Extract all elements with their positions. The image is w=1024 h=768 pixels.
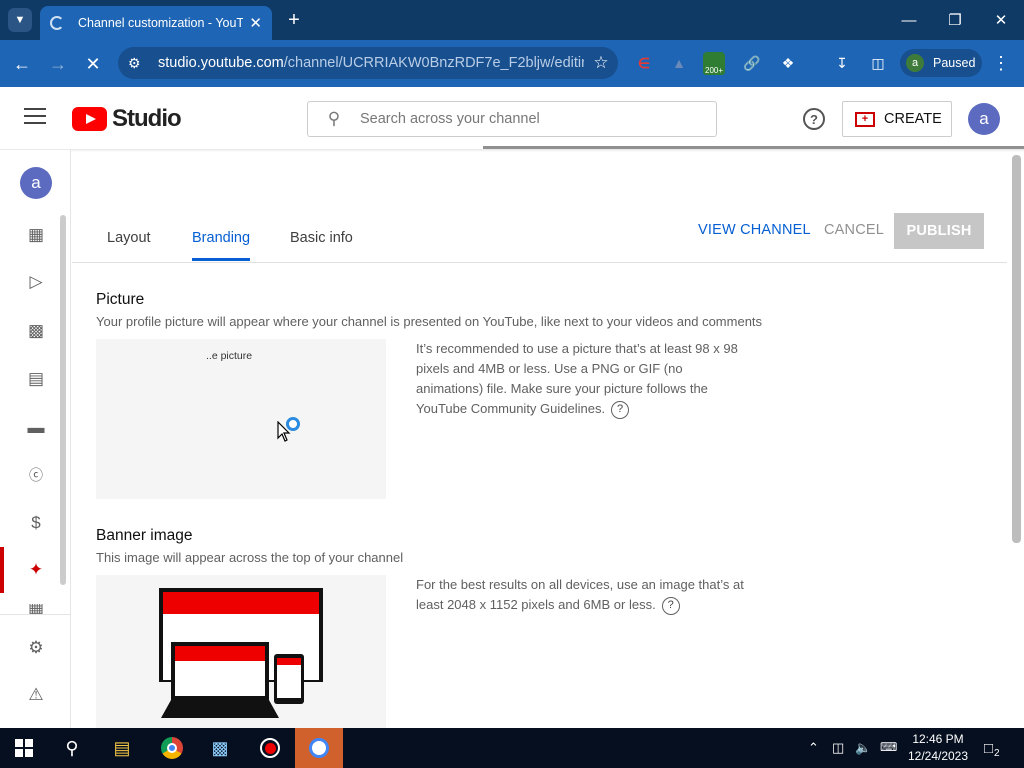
profile-avatar: a bbox=[906, 54, 924, 72]
site-info-icon[interactable]: ⚙ bbox=[128, 55, 150, 72]
extension-red-icon[interactable]: ∈ bbox=[633, 52, 655, 74]
clock-date: 12/24/2023 bbox=[907, 749, 969, 763]
close-window-button[interactable]: ✕ bbox=[987, 8, 1015, 32]
download-icon[interactable]: ↧ bbox=[831, 52, 853, 74]
record-app-icon[interactable] bbox=[248, 728, 292, 768]
url-text: studio.youtube.com/channel/UCRRIAKW0BnzR… bbox=[158, 55, 584, 71]
logo-text: Studio bbox=[112, 105, 182, 132]
browser-tab[interactable]: Channel customization - YouTube Studio ✕ bbox=[40, 6, 272, 40]
search-icon: ⚲ bbox=[327, 109, 341, 128]
main-scrollbar[interactable] bbox=[1012, 155, 1021, 543]
search-taskbar-icon[interactable]: ⚲ bbox=[50, 728, 94, 768]
restore-button[interactable]: ❐ bbox=[941, 8, 969, 32]
network-icon[interactable]: ◫ bbox=[832, 740, 844, 756]
volume-icon[interactable]: 🔈 bbox=[855, 740, 871, 756]
tab-branding[interactable]: Branding bbox=[192, 230, 250, 246]
puzzle-icon[interactable]: ❖ bbox=[777, 52, 799, 74]
menu-icon[interactable] bbox=[24, 108, 46, 126]
feedback-icon[interactable]: ⚠ bbox=[22, 681, 50, 709]
notifications-icon[interactable]: □ bbox=[984, 740, 993, 757]
youtube-play-icon bbox=[72, 107, 107, 131]
customization-icon[interactable]: ✦ bbox=[22, 556, 50, 584]
account-avatar[interactable]: a bbox=[968, 103, 1000, 135]
search-box[interactable]: ⚲ bbox=[307, 101, 717, 137]
settings-icon[interactable]: ⚙ bbox=[22, 634, 50, 662]
help-icon[interactable]: ? bbox=[803, 108, 825, 130]
windows-logo-icon bbox=[15, 739, 33, 757]
copyright-icon[interactable]: ⓒ bbox=[22, 461, 50, 489]
banner-subtitle: This image will appear across the top of… bbox=[96, 550, 404, 565]
profile-button[interactable]: a Paused bbox=[900, 49, 982, 77]
forward-button[interactable]: → bbox=[45, 51, 71, 77]
extension-badge: 200+ bbox=[703, 66, 726, 75]
tabs-divider bbox=[72, 262, 1007, 263]
chrome-taskbar-icon[interactable] bbox=[150, 728, 194, 768]
picture-help-text: It’s recommended to use a picture that’s… bbox=[416, 339, 738, 419]
picture-preview-label: ..e picture bbox=[206, 350, 253, 362]
new-tab-button[interactable]: + bbox=[282, 8, 306, 32]
earn-icon[interactable]: $ bbox=[22, 509, 50, 537]
loading-favicon-icon bbox=[50, 16, 64, 30]
content-icon[interactable]: ▷ bbox=[22, 268, 50, 296]
devices-illustration bbox=[159, 588, 323, 718]
view-channel-button[interactable]: VIEW CHANNEL bbox=[698, 222, 811, 238]
file-explorer-icon[interactable]: ▤ bbox=[100, 728, 144, 768]
active-tab-underline bbox=[192, 258, 250, 261]
stop-loading-button[interactable]: ✕ bbox=[80, 51, 106, 77]
picture-preview[interactable] bbox=[96, 339, 386, 499]
profile-status: Paused bbox=[933, 56, 976, 70]
cancel-button[interactable]: CANCEL bbox=[824, 222, 884, 238]
back-button[interactable]: ← bbox=[9, 51, 35, 77]
picture-title: Picture bbox=[96, 291, 145, 308]
create-video-icon: + bbox=[855, 111, 875, 127]
side-panel-icon[interactable]: ◫ bbox=[867, 52, 889, 74]
minimize-button[interactable]: — bbox=[895, 8, 923, 32]
link-extension-icon[interactable]: 🔗 bbox=[741, 52, 763, 74]
address-bar[interactable]: ⚙ studio.youtube.com/channel/UCRRIAKW0Bn… bbox=[118, 47, 618, 79]
search-input[interactable] bbox=[360, 111, 716, 127]
tab-search-button[interactable]: ▼ bbox=[8, 8, 32, 32]
bookmark-star-icon[interactable]: ☆ bbox=[584, 53, 618, 73]
header-divider bbox=[0, 149, 1024, 152]
clock-time: 12:46 PM bbox=[912, 732, 964, 746]
publish-button[interactable]: PUBLISH bbox=[894, 213, 984, 249]
banner-preview[interactable] bbox=[96, 575, 386, 728]
keyboard-icon[interactable]: ⌨ bbox=[880, 740, 897, 754]
channel-avatar[interactable]: a bbox=[20, 167, 52, 199]
studio-logo[interactable]: Studio bbox=[72, 105, 182, 132]
tab-layout[interactable]: Layout bbox=[107, 230, 151, 246]
extension-dim-icon[interactable]: ▲ bbox=[668, 52, 690, 74]
mouse-cursor-icon bbox=[277, 421, 291, 442]
picture-subtitle: Your profile picture will appear where y… bbox=[96, 314, 763, 329]
audio-library-icon[interactable]: ▦ bbox=[22, 604, 50, 614]
sidebar-scrollbar[interactable] bbox=[60, 215, 66, 585]
analytics-icon[interactable]: ▩ bbox=[22, 317, 50, 345]
create-label: CREATE bbox=[884, 111, 942, 127]
tab-basic-info[interactable]: Basic info bbox=[290, 230, 353, 246]
media-app-icon[interactable]: ▩ bbox=[198, 728, 242, 768]
system-clock[interactable]: 12:46 PM 12/24/2023 bbox=[898, 731, 978, 765]
banner-help-icon[interactable]: ? bbox=[661, 596, 680, 615]
subtitles-icon[interactable]: ▬ bbox=[22, 414, 50, 442]
chrome-menu-icon[interactable]: ⋮ bbox=[990, 52, 1012, 74]
notification-count: 2 bbox=[994, 748, 1000, 759]
close-tab-icon[interactable]: ✕ bbox=[249, 14, 262, 32]
picture-help-icon[interactable]: ? bbox=[611, 400, 630, 419]
show-hidden-icons[interactable]: ⌃ bbox=[808, 740, 819, 756]
banner-help-text: For the best results on all devices, use… bbox=[416, 575, 744, 615]
sidebar-divider bbox=[0, 614, 71, 615]
comments-icon[interactable]: ▤ bbox=[22, 365, 50, 393]
create-button[interactable]: + CREATE bbox=[842, 101, 952, 137]
banner-title: Banner image bbox=[96, 527, 193, 544]
tab-title: Channel customization - YouTube Studio bbox=[78, 16, 244, 30]
active-browser-taskbar-icon[interactable] bbox=[295, 728, 343, 768]
start-button[interactable] bbox=[2, 728, 46, 768]
dashboard-icon[interactable]: ▦ bbox=[22, 221, 50, 249]
active-nav-indicator bbox=[0, 547, 4, 593]
